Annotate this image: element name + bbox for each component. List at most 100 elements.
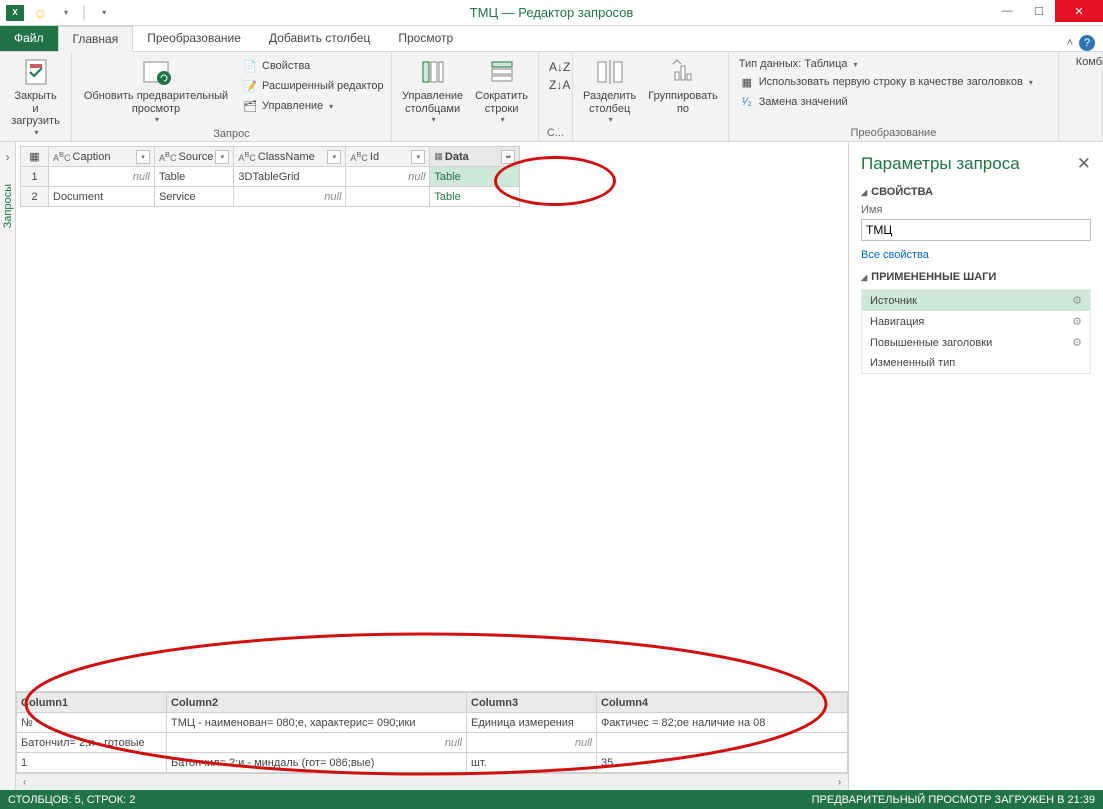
preview-grid[interactable]: Column1 Column2 Column3 Column4 № ТМЦ - … — [16, 692, 848, 773]
cell[interactable]: Table — [155, 167, 234, 187]
tab-addcolumn[interactable]: Добавить столбец — [255, 25, 384, 51]
cell[interactable]: № — [17, 713, 167, 733]
horizontal-scrollbar[interactable]: ‹ › — [16, 773, 848, 790]
step-source[interactable]: Источник⚙ — [862, 290, 1090, 311]
cell[interactable]: Единица измерения — [467, 713, 597, 733]
sort-desc-button[interactable]: Z↓A — [547, 76, 572, 94]
combine-button[interactable]: Комби — [1063, 54, 1103, 71]
sort-asc-button[interactable]: A↓Z — [547, 58, 572, 76]
cell[interactable]: 35 — [597, 753, 848, 773]
manage-columns-button[interactable]: Управление столбцами▾ — [396, 54, 469, 126]
cell[interactable]: Document — [49, 187, 155, 207]
tab-view[interactable]: Просмотр — [384, 25, 467, 51]
split-column-button[interactable]: Разделить столбец▾ — [577, 54, 642, 126]
maximize-button[interactable]: ☐ — [1023, 0, 1055, 22]
table-row[interactable]: 1 Батончил= 2;и - миндаль (гот= 086;вые)… — [17, 753, 848, 773]
refresh-preview-button[interactable]: Обновить предварительный просмотр▾ — [76, 54, 236, 126]
row-number[interactable]: 1 — [21, 167, 49, 187]
cell[interactable]: ТМЦ - наименован= 080;е, характерис= 090… — [167, 713, 467, 733]
manage-columns-label: Управление столбцами — [402, 90, 463, 115]
col-source[interactable]: ABCSource▾ — [155, 147, 234, 167]
cell[interactable] — [597, 733, 848, 753]
text-type-icon: ABC — [159, 150, 177, 163]
cell[interactable] — [346, 187, 430, 207]
row-number[interactable]: 2 — [21, 187, 49, 207]
col-caption[interactable]: ABCCaption▾ — [49, 147, 155, 167]
gear-icon[interactable]: ⚙ — [1072, 294, 1082, 307]
first-row-headers-button[interactable]: ▦Использовать первую строку в качестве з… — [737, 72, 1035, 92]
close-load-label: Закрыть и загрузить — [10, 90, 61, 128]
panel-title: Параметры запроса — [861, 154, 1020, 174]
queries-sidebar[interactable]: › Запросы — [0, 142, 16, 790]
tab-file[interactable]: Файл — [0, 25, 58, 51]
table-row[interactable]: № ТМЦ - наименован= 080;е, характерис= 0… — [17, 713, 848, 733]
tab-home[interactable]: Главная — [58, 26, 134, 52]
cell-null: null — [238, 191, 341, 203]
table-row[interactable]: Батончил= 2;и - готовые null null — [17, 733, 848, 753]
reduce-rows-button[interactable]: Сократить строки▾ — [469, 54, 534, 126]
col-source-label: Source — [179, 151, 214, 163]
titlebar: X ☺ ▾ | ▾ ТМЦ — Редактор запросов — ☐ ✕ — [0, 0, 1103, 26]
text-type-icon: ABC — [238, 150, 256, 163]
expand-sidebar-icon[interactable]: › — [6, 150, 10, 164]
grid-corner[interactable]: ▦ — [21, 147, 49, 167]
replace-values-button[interactable]: ¹⁄₂Замена значений — [737, 92, 1035, 112]
collapse-ribbon-icon[interactable]: ˄ — [1067, 37, 1073, 49]
close-panel-icon[interactable]: ✕ — [1077, 154, 1091, 174]
step-promoted-headers[interactable]: Повышенные заголовки⚙ — [862, 332, 1090, 353]
filter-id-button[interactable]: ▾ — [411, 150, 425, 164]
cell[interactable]: Батончил= 2;и - готовые — [17, 733, 167, 753]
step-changed-type[interactable]: Измененный тип — [862, 353, 1090, 373]
split-label: Разделить столбец — [583, 90, 636, 115]
cell[interactable]: Service — [155, 187, 234, 207]
applied-steps-header[interactable]: ПРИМЕНЕННЫЕ ШАГИ — [861, 271, 1091, 283]
advanced-editor-label: Расширенный редактор — [262, 80, 384, 92]
close-load-button[interactable]: Закрыть и загрузить▾ — [4, 54, 67, 139]
ribbon-tabs: Файл Главная Преобразование Добавить сто… — [0, 26, 1103, 52]
all-properties-link[interactable]: Все свойства — [861, 249, 1091, 261]
group-transform-label: Преобразование — [733, 125, 1054, 141]
filter-classname-button[interactable]: ▾ — [327, 150, 341, 164]
help-icon[interactable]: ? — [1079, 35, 1095, 51]
col-classname[interactable]: ABCClassName▾ — [234, 147, 346, 167]
filter-caption-button[interactable]: ▾ — [136, 150, 150, 164]
scroll-left-icon[interactable]: ‹ — [16, 777, 33, 788]
columns-icon — [417, 56, 449, 88]
cell-table-link[interactable]: Table — [430, 167, 520, 187]
gear-icon[interactable]: ⚙ — [1072, 336, 1082, 349]
advanced-editor-button[interactable]: 📝Расширенный редактор — [240, 76, 386, 96]
tab-transform[interactable]: Преобразование — [133, 25, 255, 51]
minimize-button[interactable]: — — [991, 0, 1023, 22]
manage-label: Управление — [262, 100, 323, 112]
pcol4[interactable]: Column4 — [597, 693, 848, 713]
pcol3[interactable]: Column3 — [467, 693, 597, 713]
col-data[interactable]: ▦Data⬌ — [430, 147, 520, 167]
group-by-button[interactable]: Группировать по — [642, 54, 724, 117]
expand-data-button[interactable]: ⬌ — [501, 150, 515, 164]
cell[interactable]: Батончил= 2;и - миндаль (гот= 086;вые) — [167, 753, 467, 773]
group-query-label: Запрос — [76, 126, 387, 142]
properties-section-header[interactable]: СВОЙСТВА — [861, 186, 1091, 198]
pcol2[interactable]: Column2 — [167, 693, 467, 713]
cell-table-link[interactable]: Table — [430, 187, 520, 207]
table-row[interactable]: 1 null Table 3DTableGrid null Table — [21, 167, 520, 187]
reduce-rows-label: Сократить строки — [475, 90, 528, 115]
query-name-input[interactable] — [861, 219, 1091, 241]
table-row[interactable]: 2 Document Service null Table — [21, 187, 520, 207]
filter-source-button[interactable]: ▾ — [215, 150, 229, 164]
window-title: ТМЦ — Редактор запросов — [0, 5, 1103, 20]
properties-button[interactable]: 📄Свойства — [240, 56, 386, 76]
gear-icon[interactable]: ⚙ — [1072, 315, 1082, 328]
data-type-button[interactable]: Тип данных: Таблица▾ — [737, 56, 1035, 72]
cell[interactable]: шт. — [467, 753, 597, 773]
cell[interactable]: 3DTableGrid — [234, 167, 346, 187]
cell[interactable]: 1 — [17, 753, 167, 773]
step-navigation[interactable]: Навигация⚙ — [862, 311, 1090, 332]
col-id[interactable]: ABCId▾ — [346, 147, 430, 167]
data-grid[interactable]: ▦ ABCCaption▾ ABCSource▾ ABCClassName▾ A… — [20, 146, 520, 207]
pcol1[interactable]: Column1 — [17, 693, 167, 713]
cell[interactable]: Фактичес = 82;ое наличие на 08 — [597, 713, 848, 733]
scroll-right-icon[interactable]: › — [831, 777, 848, 788]
close-button[interactable]: ✕ — [1055, 0, 1103, 22]
manage-button[interactable]: 🗂Управление▾ — [240, 96, 386, 116]
